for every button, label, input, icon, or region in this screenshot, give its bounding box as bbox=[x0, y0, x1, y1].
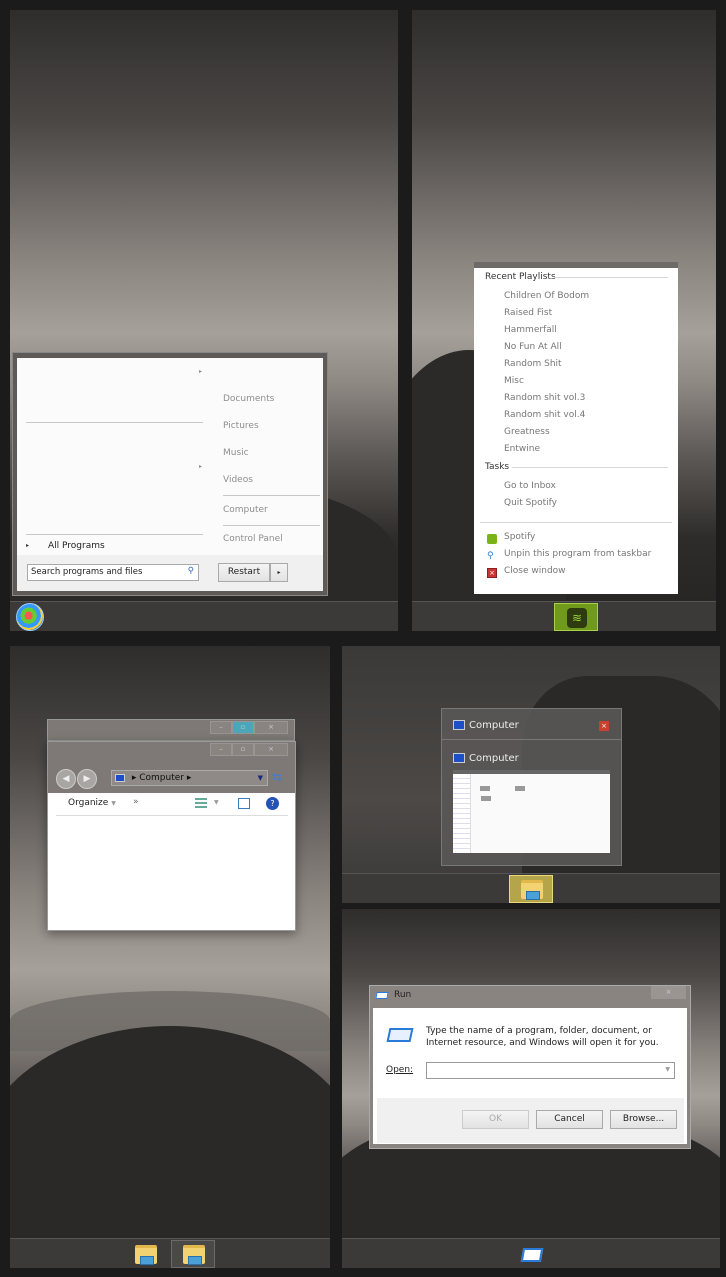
start-orb-icon[interactable] bbox=[16, 603, 44, 631]
submenu-arrow-icon[interactable]: ▸ bbox=[199, 368, 202, 375]
start-item-music[interactable]: Music bbox=[223, 448, 249, 458]
folder-icon bbox=[183, 1245, 205, 1265]
taskbar bbox=[10, 1238, 330, 1268]
start-item-control-panel[interactable]: Control Panel bbox=[223, 534, 283, 544]
address-crumb[interactable]: Computer bbox=[139, 773, 184, 783]
explorer-content: Organize ▼ » ▼ ? bbox=[48, 793, 295, 930]
address-dropdown-icon[interactable]: ▼ bbox=[258, 771, 263, 785]
taskbar: ≋ bbox=[412, 601, 716, 631]
playlist-item[interactable]: Misc bbox=[504, 376, 524, 386]
forward-button[interactable]: ▶ bbox=[77, 769, 97, 789]
taskbar bbox=[342, 1238, 720, 1268]
taskbar-spotify-button[interactable]: ≋ bbox=[554, 603, 598, 631]
computer-icon bbox=[453, 720, 465, 730]
thumbnail-window-image bbox=[453, 770, 610, 853]
back-button[interactable]: ◀ bbox=[56, 769, 76, 789]
search-placeholder: Search programs and files bbox=[31, 567, 143, 577]
start-bottom-bar: Search programs and files ⚲ Restart ▸ bbox=[17, 555, 323, 591]
restart-button[interactable]: Restart bbox=[218, 563, 270, 582]
close-button[interactable]: × bbox=[254, 743, 288, 756]
playlist-item[interactable]: Children Of Bodom bbox=[504, 291, 589, 301]
taskbar-explorer-button[interactable] bbox=[123, 1240, 167, 1268]
computer-icon bbox=[453, 753, 465, 763]
playlist-item[interactable]: Random shit vol.4 bbox=[504, 410, 585, 420]
dialog-title: Run bbox=[394, 990, 412, 1000]
open-input[interactable]: ▼ bbox=[426, 1062, 675, 1079]
task-quit-spotify[interactable]: Quit Spotify bbox=[504, 498, 557, 508]
search-icon: ⚲ bbox=[187, 566, 194, 576]
start-menu-body: ▸ ▸ ▸ All Programs Documents Pictures Mu… bbox=[17, 358, 323, 591]
thumbnail-title: Computer bbox=[469, 720, 519, 731]
help-icon[interactable]: ? bbox=[266, 797, 279, 810]
playlist-item[interactable]: Hammerfall bbox=[504, 325, 557, 335]
spotify-icon: ≋ bbox=[567, 608, 587, 628]
refresh-icon[interactable]: ⇆ bbox=[272, 770, 282, 784]
jump-list: Recent Playlists Children Of Bodom Raise… bbox=[474, 262, 678, 594]
start-item-computer[interactable]: Computer bbox=[223, 505, 268, 515]
close-button[interactable]: × bbox=[651, 986, 686, 999]
open-dropdown-icon[interactable]: ▼ bbox=[665, 1066, 670, 1073]
taskbar-explorer-button-active[interactable] bbox=[171, 1240, 215, 1268]
run-dialog: Run × Type the name of a program, folder… bbox=[369, 985, 691, 1149]
thumbnail-title: Computer bbox=[469, 753, 519, 764]
submenu-arrow-icon[interactable]: ▸ bbox=[199, 463, 202, 470]
computer-icon bbox=[115, 773, 125, 782]
spotify-icon bbox=[487, 534, 497, 544]
open-spotify[interactable]: Spotify bbox=[504, 532, 535, 542]
run-title-icon bbox=[375, 992, 389, 999]
recent-playlists-header: Recent Playlists bbox=[485, 272, 556, 282]
taskbar bbox=[342, 873, 720, 903]
taskbar-explorer-button[interactable] bbox=[509, 875, 553, 903]
unpin-from-taskbar[interactable]: Unpin this program from taskbar bbox=[504, 549, 651, 559]
preview-pane-icon[interactable] bbox=[238, 798, 250, 809]
more-button[interactable]: » bbox=[133, 797, 139, 807]
taskbar-run-button[interactable] bbox=[509, 1240, 553, 1268]
run-icon bbox=[386, 1028, 414, 1042]
playlist-item[interactable]: Greatness bbox=[504, 427, 550, 437]
shutdown-options-arrow[interactable]: ▸ bbox=[270, 563, 288, 582]
all-programs[interactable]: All Programs bbox=[48, 541, 105, 551]
playlist-item[interactable]: Entwine bbox=[504, 444, 540, 454]
minimize-button[interactable]: – bbox=[210, 743, 232, 756]
playlist-item[interactable]: Raised Fist bbox=[504, 308, 552, 318]
organize-button[interactable]: Organize ▼ bbox=[68, 798, 116, 808]
open-label: Open: bbox=[386, 1065, 414, 1075]
folder-icon bbox=[135, 1245, 157, 1265]
address-bar[interactable]: ▸ Computer ▸ ▼ bbox=[111, 770, 268, 786]
folder-icon bbox=[521, 880, 543, 900]
all-programs-arrow-icon: ▸ bbox=[26, 542, 30, 549]
taskbar bbox=[10, 601, 398, 631]
run-description: Type the name of a program, folder, docu… bbox=[426, 1026, 659, 1048]
view-dropdown-icon[interactable]: ▼ bbox=[214, 799, 219, 806]
thumbnail-preview-back[interactable]: Computer × bbox=[441, 708, 622, 740]
tasks-header: Tasks bbox=[485, 462, 510, 472]
run-icon bbox=[520, 1248, 544, 1262]
playlist-item[interactable]: Random shit vol.3 bbox=[504, 393, 585, 403]
explorer-window: – ▫ × ◀ ▶ ▸ Computer ▸ ▼ ⇆ Organize ▼ » … bbox=[47, 741, 296, 931]
close-window-icon: × bbox=[487, 568, 497, 578]
start-item-documents[interactable]: Documents bbox=[223, 394, 274, 404]
close-button[interactable]: × bbox=[254, 721, 288, 734]
start-item-pictures[interactable]: Pictures bbox=[223, 421, 259, 431]
ok-button[interactable]: OK bbox=[462, 1110, 529, 1129]
browse-button[interactable]: Browse... bbox=[610, 1110, 677, 1129]
maximize-button[interactable]: ▫ bbox=[232, 743, 254, 756]
thumbnail-preview[interactable]: Computer bbox=[441, 739, 622, 866]
thumbnail-close-button[interactable]: × bbox=[599, 721, 609, 731]
start-menu: ▸ ▸ ▸ All Programs Documents Pictures Mu… bbox=[12, 352, 328, 596]
start-item-videos[interactable]: Videos bbox=[223, 475, 253, 485]
search-input[interactable]: Search programs and files ⚲ bbox=[27, 564, 199, 581]
view-options-icon[interactable] bbox=[195, 798, 207, 808]
close-window[interactable]: Close window bbox=[504, 566, 566, 576]
minimize-button[interactable]: – bbox=[210, 721, 232, 734]
cancel-button[interactable]: Cancel bbox=[536, 1110, 603, 1129]
unpin-icon: ⚲ bbox=[487, 551, 494, 561]
maximize-button[interactable]: ▫ bbox=[232, 721, 254, 734]
task-go-to-inbox[interactable]: Go to Inbox bbox=[504, 481, 556, 491]
explorer-back-window: – ▫ × bbox=[47, 719, 295, 741]
playlist-item[interactable]: Random Shit bbox=[504, 359, 562, 369]
playlist-item[interactable]: No Fun At All bbox=[504, 342, 562, 352]
